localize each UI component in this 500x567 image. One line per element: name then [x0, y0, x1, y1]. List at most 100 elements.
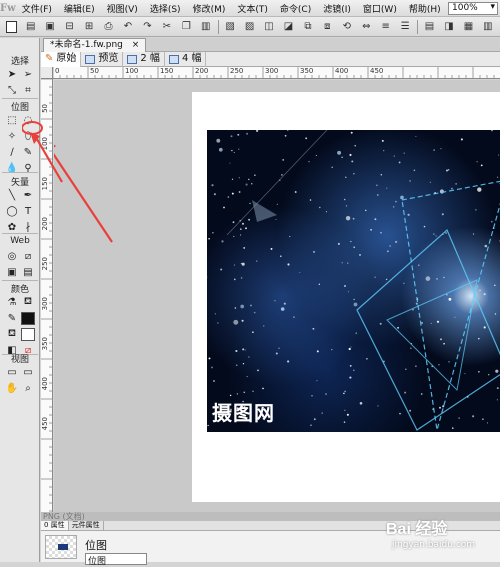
star	[440, 338, 442, 340]
paint-bucket-tool-icon[interactable]: ⛾	[21, 296, 35, 309]
align-icon[interactable]: ≡	[379, 19, 393, 34]
states-icon[interactable]: ▦	[461, 19, 475, 34]
send-back-icon[interactable]: ⧈	[320, 19, 334, 34]
standard-mode-icon[interactable]: ▭	[5, 366, 19, 379]
save-icon[interactable]: ▣	[43, 19, 57, 34]
line-tool-icon[interactable]: ╲	[5, 189, 19, 202]
rubber-stamp-tool-icon[interactable]: ⚲	[21, 162, 35, 175]
stroke-color-icon[interactable]: ✎	[5, 312, 19, 325]
import-icon[interactable]: ⊟	[62, 19, 76, 34]
star	[262, 388, 264, 390]
object-name-field[interactable]: 位图	[85, 553, 147, 565]
pencil-tool-icon[interactable]: ✎	[21, 146, 35, 159]
scale-tool-icon[interactable]: ⤡	[5, 84, 19, 97]
fill-color-swatch[interactable]	[21, 328, 35, 341]
arrange-icon[interactable]: ▤	[422, 19, 436, 34]
menu-help[interactable]: 帮助(H)	[403, 2, 447, 15]
print-icon[interactable]: ⎙	[101, 19, 115, 34]
document-tab[interactable]: *未命名-1.fw.png ×	[43, 38, 146, 52]
split-icon[interactable]: ◪	[281, 19, 295, 34]
zoom-select[interactable]: 100%	[448, 2, 498, 15]
zoom-tool-icon[interactable]: ⌕	[21, 382, 35, 395]
copy-icon[interactable]: ❐	[179, 19, 193, 34]
star	[464, 373, 465, 374]
star	[244, 392, 245, 393]
menu-modify[interactable]: 修改(M)	[187, 2, 232, 15]
hand-tool-icon[interactable]: ✋	[5, 382, 19, 395]
pages-icon[interactable]: ◨	[442, 19, 456, 34]
new-file-icon[interactable]	[4, 19, 18, 34]
text-tool-icon[interactable]: T	[21, 205, 35, 218]
tools-select-title: 选择	[0, 54, 40, 67]
fill-bucket-icon[interactable]: ⛾	[5, 328, 19, 341]
group-icon[interactable]: ▧	[223, 19, 237, 34]
fullscreen-menu-icon[interactable]: ▭	[21, 366, 35, 379]
hide-slices-icon[interactable]: ▣	[5, 266, 19, 279]
star	[484, 293, 486, 295]
redo-icon[interactable]: ↷	[140, 19, 154, 34]
eyedropper-tool-icon[interactable]: ⚗	[5, 296, 19, 309]
slice-tool-icon[interactable]: ⧄	[21, 250, 35, 263]
star	[211, 184, 213, 186]
rotate-icon[interactable]: ⟲	[340, 19, 354, 34]
menu-text[interactable]: 文本(T)	[231, 2, 274, 15]
brush-tool-icon[interactable]: ∕	[5, 146, 19, 159]
star	[399, 413, 401, 415]
crop-tool-icon[interactable]: ⌗	[21, 84, 35, 97]
ellipse-marquee-tool-icon[interactable]: ⬯	[21, 130, 35, 143]
undo-icon[interactable]: ↶	[121, 19, 135, 34]
document-tab-title: *未命名-1.fw.png	[50, 40, 123, 50]
join-icon[interactable]: ◫	[262, 19, 276, 34]
pen-tool-icon[interactable]: ✒	[21, 189, 35, 202]
menu-window[interactable]: 窗口(W)	[357, 2, 403, 15]
flip-icon[interactable]: ⇔	[359, 19, 373, 34]
stroke-color-swatch[interactable]	[21, 312, 35, 325]
star	[405, 369, 406, 370]
star	[451, 188, 453, 190]
subselect-tool-icon[interactable]: ➢	[21, 68, 35, 81]
hotspot-tool-icon[interactable]: ◎	[5, 250, 19, 263]
lasso-tool-icon[interactable]: ◌	[21, 114, 35, 127]
export-icon[interactable]: ⊞	[82, 19, 96, 34]
bring-front-icon[interactable]: ⧉	[301, 19, 315, 34]
blur-tool-icon[interactable]: 💧	[5, 162, 19, 175]
document-tab-bar: *未命名-1.fw.png ×	[41, 38, 500, 52]
menu-file[interactable]: 文件(F)	[16, 2, 58, 15]
tab-symbol-properties[interactable]: 元件属性	[69, 521, 104, 530]
star	[208, 238, 210, 240]
cut-icon[interactable]: ✂	[160, 19, 174, 34]
menu-select[interactable]: 选择(S)	[144, 2, 187, 15]
tab-properties[interactable]: 0 属性	[41, 521, 69, 530]
star	[497, 387, 499, 389]
galaxy-bitmap-image[interactable]: 摄图网	[207, 130, 500, 432]
tools-vector-title: 矢量	[0, 175, 40, 188]
star	[455, 183, 457, 185]
tab-preview[interactable]: 预览	[81, 52, 123, 67]
layers-icon[interactable]: ▥	[481, 19, 495, 34]
marquee-tool-icon[interactable]: ⬚	[5, 114, 19, 127]
star	[440, 148, 441, 149]
paste-icon[interactable]: ▥	[199, 19, 213, 34]
magic-wand-tool-icon[interactable]: ✧	[5, 130, 19, 143]
distribute-icon[interactable]: ☰	[398, 19, 412, 34]
menu-commands[interactable]: 命令(C)	[274, 2, 317, 15]
tab-original[interactable]: ✎ 原始	[41, 52, 81, 67]
menu-edit[interactable]: 编辑(E)	[58, 2, 101, 15]
pointer-tool-icon[interactable]: ➤	[5, 68, 19, 81]
vertical-ruler[interactable]: 50 100 150 200 250 300 350 400 450	[41, 79, 53, 512]
horizontal-ruler[interactable]: 0 50 100 150 200 250 300 350 400 450	[53, 67, 500, 79]
close-icon[interactable]: ×	[132, 40, 140, 50]
canvas-pasteboard[interactable]: 摄图网	[54, 80, 500, 512]
ungroup-icon[interactable]: ▨	[242, 19, 256, 34]
show-slices-icon[interactable]: ▤	[21, 266, 35, 279]
tab-2-up[interactable]: 2 幅	[123, 52, 165, 67]
menu-filters[interactable]: 滤镜(I)	[317, 2, 357, 15]
star	[374, 218, 376, 220]
menu-view[interactable]: 视图(V)	[101, 2, 144, 15]
rectangle-tool-icon[interactable]: ◯	[5, 205, 19, 218]
tab-4-up[interactable]: 4 幅	[165, 52, 207, 67]
open-file-icon[interactable]: ▤	[23, 19, 37, 34]
star	[443, 343, 445, 345]
star	[319, 207, 320, 208]
star	[353, 173, 354, 174]
